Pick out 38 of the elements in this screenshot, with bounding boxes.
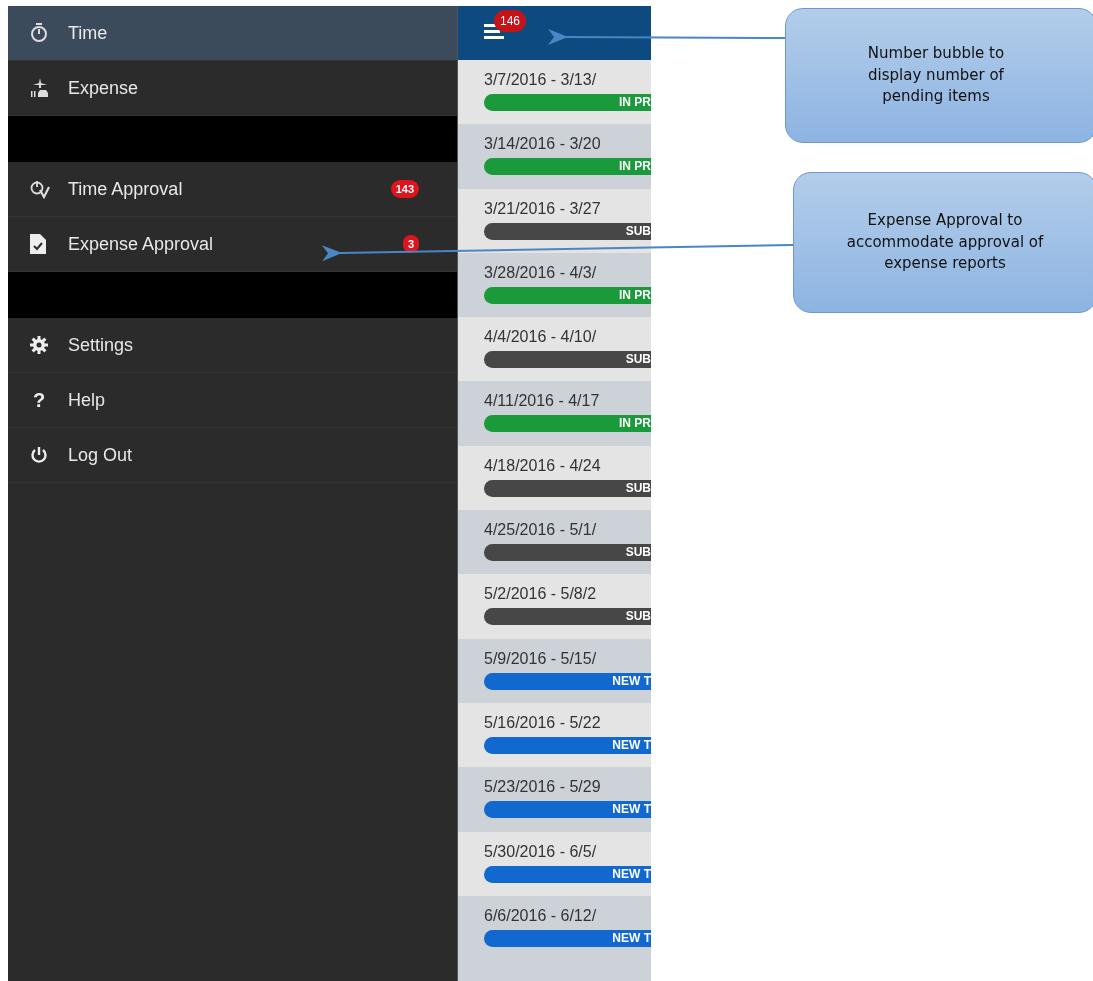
callout-bubble: Number bubble to display number of pending items [785, 8, 1093, 143]
callout-bubble: Expense Approval to accommodate approval of expense reports [793, 172, 1093, 313]
status-pill: NEW T [484, 929, 651, 947]
menu-item[interactable]: ? Help [8, 373, 457, 428]
status-pill: IN PR [484, 158, 651, 176]
timesheet-row[interactable]: 5/16/2016 - 5/22 NEW T [458, 702, 651, 768]
menu-item[interactable]: Settings [8, 318, 457, 373]
timesheet-row[interactable]: 3/21/2016 - 3/27 SUB [458, 188, 651, 253]
status-pill: SUB [484, 544, 651, 562]
status-pill: SUB [484, 222, 651, 240]
status-pill: IN PR [484, 94, 651, 111]
timesheet-row[interactable]: 3/7/2016 - 3/13/ IN PR [458, 60, 651, 125]
timesheet-row[interactable]: 3/28/2016 - 4/3/ IN PR [458, 252, 651, 318]
status-pill: NEW T [484, 801, 651, 819]
status-pill: NEW T [484, 865, 651, 883]
timesheet-row[interactable]: 5/30/2016 - 6/5/ NEW T [458, 831, 651, 896]
status-pill: SUB [484, 608, 651, 626]
timesheet-row[interactable]: 5/9/2016 - 5/15/ NEW T [458, 638, 651, 703]
timesheet-row[interactable]: 6/6/2016 - 6/12/ NEW T [458, 895, 651, 961]
help-icon: ? [30, 388, 46, 412]
menu-item[interactable]: Log Out [8, 428, 457, 483]
status-pill: SUB [484, 479, 651, 497]
status-pill: SUB [484, 351, 651, 369]
status-pill: NEW T [484, 736, 651, 754]
timesheet-row[interactable]: 4/18/2016 - 4/24 SUB [458, 445, 651, 511]
timesheet-row[interactable]: 5/2/2016 - 5/8/2 SUB [458, 574, 651, 639]
timesheet-row[interactable]: 4/4/2016 - 4/10/ SUB [458, 317, 651, 382]
menu-item[interactable]: Time [8, 6, 457, 61]
timesheet-row[interactable]: 5/23/2016 - 5/29 NEW T [458, 767, 651, 832]
status-pill: IN PR [484, 286, 651, 304]
status-pill: IN PR [484, 415, 651, 433]
menu-item[interactable]: Time Approval 143 [8, 162, 457, 217]
timesheet-row[interactable]: 4/11/2016 - 4/17 IN PR [458, 381, 651, 446]
timesheet-row[interactable]: 3/14/2016 - 3/20 IN PR [458, 124, 651, 189]
count-badge: 143 [390, 180, 419, 198]
count-badge: 146 [494, 10, 527, 32]
status-pill: NEW T [484, 672, 651, 690]
timesheet-row[interactable]: 4/25/2016 - 5/1/ SUB [458, 510, 651, 575]
